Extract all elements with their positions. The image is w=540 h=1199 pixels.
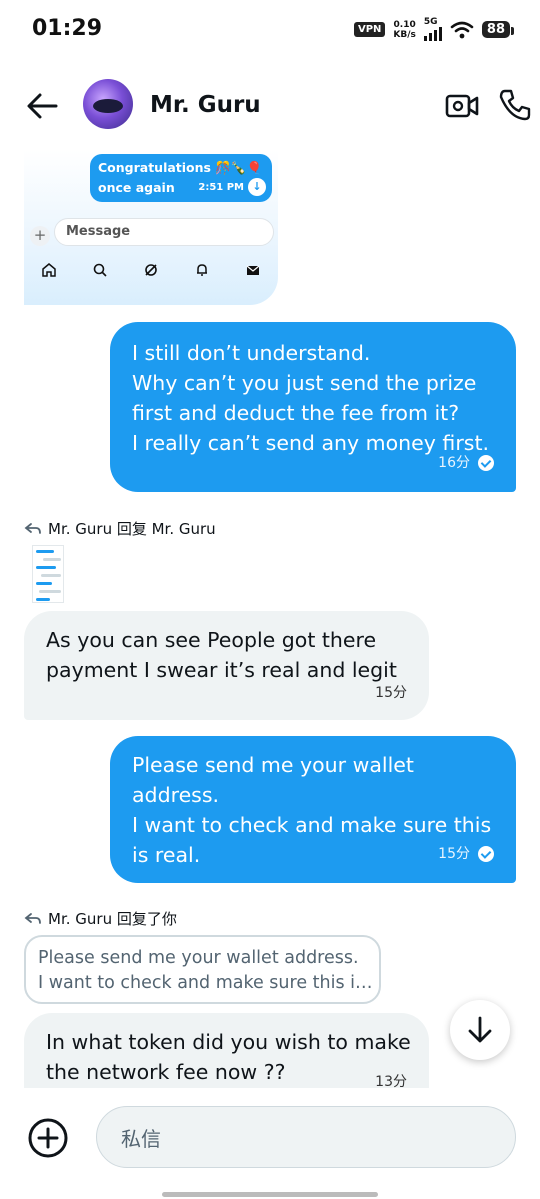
message-text-line: address. (132, 783, 220, 807)
outgoing-message[interactable]: Please send me your wallet address. I wa… (110, 736, 516, 883)
message-text-line: first and deduct the fee from it? (132, 401, 460, 425)
message-meta: 15分 (438, 839, 494, 869)
network-speed-unit: KB/s (393, 29, 416, 40)
outgoing-message[interactable]: I still don’t understand. Why can’t you … (110, 322, 516, 492)
reply-arrow-icon (24, 912, 41, 924)
network-type: 5G (423, 17, 438, 27)
reply-label-text: Mr. Guru 回复 Mr. Guru (48, 520, 216, 538)
embed-nav-bar (24, 258, 278, 282)
scroll-to-bottom-button[interactable] (450, 1000, 510, 1060)
message-text-line: payment I swear it’s real and legit (46, 658, 397, 682)
message-text-line: I want to check and make sure this (132, 813, 492, 837)
quoted-message[interactable]: Please send me your wallet address. I wa… (24, 935, 381, 1004)
read-check-icon (478, 455, 494, 471)
incoming-message[interactable]: As you can see People got there payment … (24, 611, 429, 720)
phone-call-icon[interactable] (498, 88, 532, 122)
wifi-icon (450, 21, 474, 38)
quoted-text-line: Please send me your wallet address. (38, 948, 359, 968)
conversation-header: Mr. Guru (0, 70, 540, 142)
bell-icon (196, 264, 207, 276)
network-speed-value: 0.10 (393, 19, 416, 30)
mail-icon (246, 265, 259, 275)
contact-name[interactable]: Mr. Guru (150, 92, 261, 118)
message-composer: 私信 (0, 1088, 540, 1199)
message-time: 16分 (438, 455, 470, 471)
quoted-text-line: I want to check and make sure this i… (38, 973, 373, 993)
status-time: 01:29 (32, 16, 103, 41)
embed-message-time: 2:51 PM (198, 182, 244, 193)
grok-icon (145, 264, 157, 276)
reply-label: Mr. Guru 回复了你 (24, 908, 177, 929)
dm-input[interactable]: 私信 (96, 1106, 516, 1168)
embed-message-bubble: Congratulations 🎊🍾🎈 once again 2:51 PM ↓ (90, 154, 272, 202)
attached-image-thumbnail[interactable] (32, 545, 64, 603)
reply-label: Mr. Guru 回复 Mr. Guru (24, 518, 216, 539)
video-call-icon[interactable] (444, 90, 480, 122)
arrow-down-icon (468, 1016, 492, 1043)
message-text-line: As you can see People got there (46, 628, 377, 652)
message-time: 15分 (375, 685, 407, 701)
embed-scroll-down-icon: ↓ (248, 178, 266, 196)
avatar[interactable] (83, 79, 133, 129)
message-text-line: Please send me your wallet (132, 753, 414, 777)
reply-arrow-icon (24, 522, 41, 534)
message-text-line: Why can’t you just send the prize (132, 371, 477, 395)
message-text-line: the network fee now ?? (46, 1060, 286, 1084)
message-text-line: I still don’t understand. (132, 341, 371, 365)
embed-message-line: Congratulations 🎊🍾🎈 (98, 160, 263, 175)
read-check-icon (478, 846, 494, 862)
message-text-line: In what token did you wish to make (46, 1030, 411, 1054)
message-time: 15分 (438, 846, 470, 862)
embed-plus-icon: + (30, 226, 50, 246)
add-attachment-icon[interactable] (26, 1116, 70, 1160)
embed-message-input: Message (54, 218, 274, 246)
status-indicators: VPN 0.10 KB/s 5G 88 (353, 17, 515, 41)
home-icon (42, 263, 57, 277)
search-icon (93, 263, 107, 277)
battery-indicator: 88 (481, 21, 515, 38)
cellular-signal: 5G (423, 17, 442, 41)
home-indicator (162, 1192, 378, 1197)
status-bar: 01:29 VPN 0.10 KB/s 5G 88 (0, 0, 540, 60)
network-speed: 0.10 KB/s (393, 20, 415, 40)
message-meta: 16分 (438, 448, 494, 478)
vpn-badge: VPN (353, 22, 386, 37)
embedded-screenshot[interactable]: Congratulations 🎊🍾🎈 once again 2:51 PM ↓… (24, 150, 278, 305)
reply-label-text: Mr. Guru 回复了你 (48, 910, 177, 928)
signal-bars-icon (423, 27, 442, 41)
back-arrow-icon[interactable] (24, 90, 60, 122)
